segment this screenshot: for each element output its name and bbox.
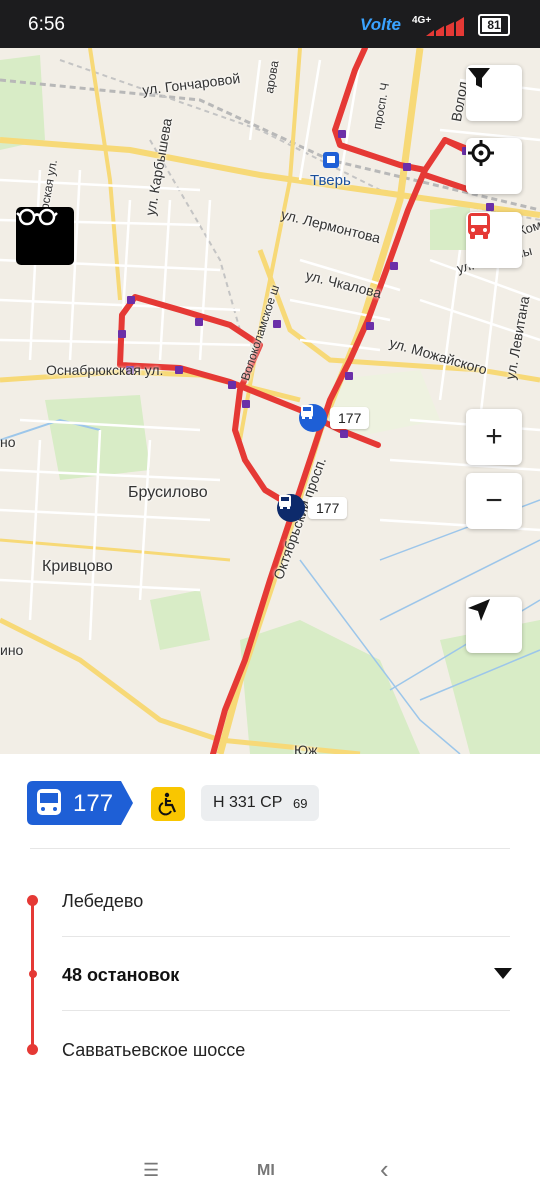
divider bbox=[62, 936, 510, 937]
plate-region: 69 bbox=[293, 796, 308, 811]
zoom-out-label: − bbox=[485, 484, 503, 517]
system-nav-bar: ☰ MI ‹ bbox=[0, 1154, 540, 1200]
map-label-edge-no: но bbox=[0, 434, 16, 450]
timeline-start-dot bbox=[27, 895, 38, 906]
map-label-edge-ino: ино bbox=[0, 642, 24, 658]
menu-button[interactable]: ☰ bbox=[143, 1160, 159, 1181]
timeline-end-dot bbox=[27, 1044, 38, 1055]
crosshair-icon bbox=[468, 140, 494, 166]
vehicle-marker[interactable]: 177 bbox=[299, 404, 370, 432]
navigation-arrow-icon bbox=[468, 599, 490, 621]
navigate-button[interactable] bbox=[466, 597, 522, 653]
bus-icon bbox=[299, 404, 327, 432]
divider bbox=[62, 1010, 510, 1011]
map-label-tver: Тверь bbox=[310, 172, 351, 189]
map-canvas bbox=[0, 48, 540, 754]
signal-icon bbox=[426, 17, 464, 36]
accessibility-badge bbox=[151, 787, 185, 821]
plate-number: Н 331 СР bbox=[213, 794, 283, 811]
bus-icon bbox=[277, 494, 305, 522]
back-button[interactable]: ‹ bbox=[380, 1154, 389, 1185]
accessibility-glasses-button[interactable] bbox=[16, 207, 74, 265]
divider bbox=[30, 848, 510, 849]
status-time: 6:56 bbox=[28, 14, 65, 35]
map-label-yuzhny: Юж bbox=[294, 742, 318, 754]
battery-text: 81 bbox=[487, 18, 501, 32]
map-label-krivtsovo: Кривцово bbox=[42, 558, 113, 575]
stop-end[interactable]: Савватьевское шоссе bbox=[62, 1040, 245, 1061]
map-label-brusilovo: Брусилово bbox=[128, 484, 208, 501]
route-number: 177 bbox=[73, 790, 114, 817]
stops-expander[interactable]: 48 остановок bbox=[0, 945, 540, 1005]
battery-icon: 81 bbox=[478, 14, 510, 36]
zoom-in-label: + bbox=[485, 420, 503, 453]
transport-type-button[interactable] bbox=[466, 212, 522, 268]
status-bar: 6:56 Volte 4G+ 81 bbox=[0, 0, 540, 48]
zoom-in-button[interactable]: + bbox=[466, 409, 522, 465]
vehicle-route-label: 177 bbox=[308, 497, 348, 519]
wheelchair-icon bbox=[158, 792, 177, 816]
stop-start[interactable]: Лебедево bbox=[62, 891, 143, 912]
vehicle-marker[interactable]: 177 bbox=[277, 494, 348, 522]
home-button[interactable]: MI bbox=[257, 1162, 275, 1180]
license-plate: Н 331 СР 69 bbox=[201, 785, 319, 821]
glasses-icon bbox=[16, 208, 58, 226]
stops-count: 48 остановок bbox=[62, 965, 180, 985]
volte-indicator: Volte bbox=[360, 15, 401, 34]
filter-button[interactable] bbox=[466, 65, 522, 121]
map-view[interactable]: ул. Гончаровой Тверь ул. Лермонтова ул. … bbox=[0, 48, 540, 754]
filter-icon bbox=[468, 68, 490, 88]
bus-icon bbox=[468, 213, 490, 239]
locate-button[interactable] bbox=[466, 138, 522, 194]
map-label-osnabryukskaya: Оснабрюкская ул. bbox=[46, 362, 164, 378]
chevron-down-icon bbox=[494, 968, 512, 979]
zoom-out-button[interactable]: − bbox=[466, 473, 522, 529]
route-number-chip[interactable]: 177 bbox=[27, 781, 135, 825]
vehicle-route-label: 177 bbox=[330, 407, 370, 429]
